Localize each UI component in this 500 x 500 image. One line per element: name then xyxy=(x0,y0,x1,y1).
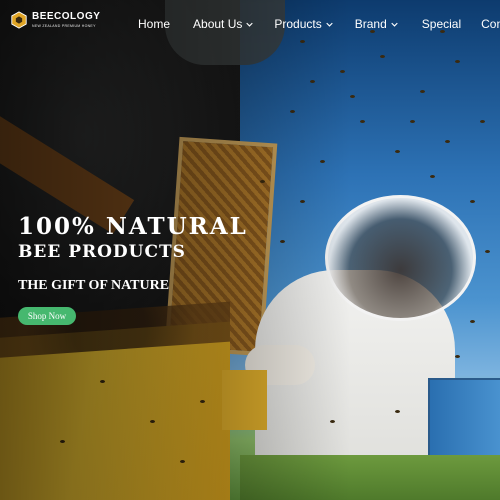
nav-item-label: Products xyxy=(274,17,322,31)
nav-menu: Home About Us Products Brand Special Con… xyxy=(138,17,500,31)
nav-item-label: Home xyxy=(138,17,171,31)
brand-logo[interactable]: BEECOLOGY NEW ZEALAND PREMIUM HONEY xyxy=(10,11,100,29)
brand-tagline: NEW ZEALAND PREMIUM HONEY xyxy=(32,24,96,28)
brand-name: BEECOLOGY xyxy=(32,11,101,22)
honeycomb-logo-icon xyxy=(11,11,27,29)
hero-headline: 100% NATURAL BEE PRODUCTS xyxy=(18,213,248,262)
shop-now-button[interactable]: Shop Now xyxy=(18,307,76,325)
chevron-down-icon xyxy=(246,22,254,27)
nav-item-contact[interactable]: Contact xyxy=(481,17,500,31)
brand-text: BEECOLOGY NEW ZEALAND PREMIUM HONEY xyxy=(32,11,101,29)
nav-item-label: Brand xyxy=(354,17,387,31)
chevron-down-icon xyxy=(391,22,398,27)
hero-headline-line2: BEE PRODUCTS xyxy=(18,242,186,262)
chevron-down-icon xyxy=(326,22,333,27)
nav-item-label: Contact xyxy=(481,17,500,31)
nav-item-products[interactable]: Products xyxy=(274,17,333,31)
nav-item-label: About Us xyxy=(193,17,243,31)
hero-subheading: THE GIFT OF NATURE xyxy=(18,278,170,293)
nav-item-about-us[interactable]: About Us xyxy=(193,17,254,31)
hero-headline-line1: 100% NATURAL xyxy=(18,213,248,240)
nav-item-label: Special xyxy=(421,17,462,31)
main-navbar: BEECOLOGY NEW ZEALAND PREMIUM HONEY Home… xyxy=(0,0,500,48)
nav-item-home[interactable]: Home xyxy=(138,17,170,31)
nav-item-brand[interactable]: Brand xyxy=(355,17,398,31)
nav-item-special[interactable]: Special xyxy=(422,17,461,31)
